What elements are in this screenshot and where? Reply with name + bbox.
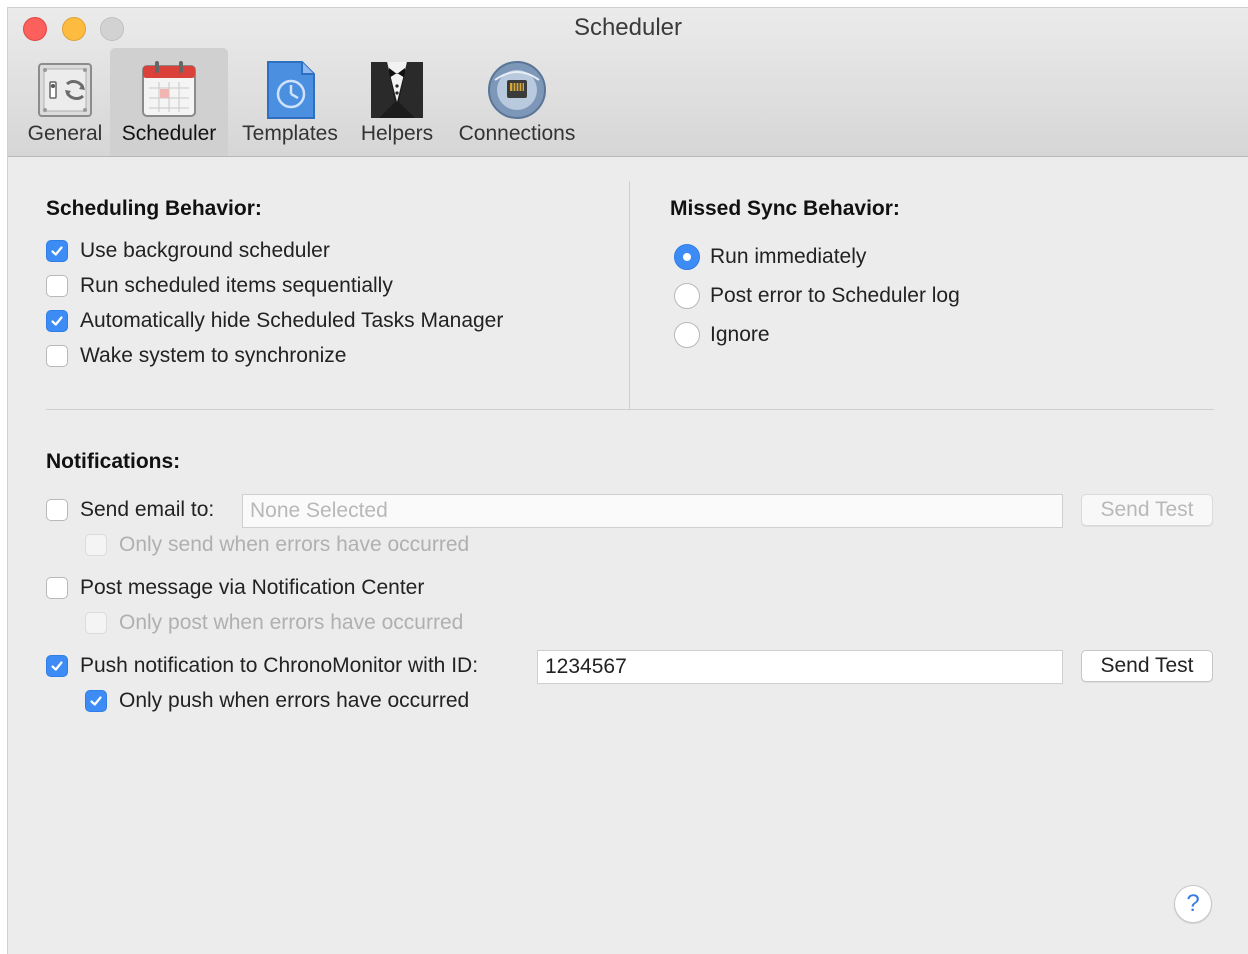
send-email-label: Send email to: <box>80 498 215 521</box>
only-send-errors-checkbox[interactable] <box>85 534 107 556</box>
tab-templates-label: Templates <box>242 122 338 145</box>
push-notification-checkbox[interactable] <box>46 655 68 677</box>
post-error-radio[interactable] <box>674 283 700 309</box>
ignore-option[interactable]: Ignore <box>674 320 770 350</box>
only-push-errors-checkbox[interactable] <box>85 690 107 712</box>
tab-connections-label: Connections <box>458 122 576 145</box>
use-background-scheduler-label: Use background scheduler <box>80 239 330 262</box>
notifications-heading: Notifications: <box>46 450 181 473</box>
post-error-label: Post error to Scheduler log <box>710 284 960 307</box>
checkmark-icon <box>51 661 63 671</box>
tab-scheduler-label: Scheduler <box>121 122 217 145</box>
use-background-scheduler-checkbox[interactable] <box>46 240 68 262</box>
checkmark-icon <box>90 696 102 706</box>
vertical-divider <box>629 181 630 409</box>
post-notification-center-label: Post message via Notification Center <box>80 576 425 599</box>
wake-system-label: Wake system to synchronize <box>80 344 347 367</box>
tab-helpers-label: Helpers <box>360 122 434 145</box>
auto-hide-manager-label: Automatically hide Scheduled Tasks Manag… <box>80 309 504 332</box>
post-error-option[interactable]: Post error to Scheduler log <box>674 281 960 311</box>
post-notification-center-option[interactable]: Post message via Notification Center <box>46 573 424 603</box>
help-button[interactable]: ? <box>1174 885 1212 923</box>
run-sequentially-label: Run scheduled items sequentially <box>80 274 393 297</box>
tab-connections[interactable]: Connections <box>448 48 586 156</box>
toolbar: Scheduler General Scheduler Templates He… <box>8 8 1248 157</box>
only-send-errors-option[interactable]: Only send when errors have occurred <box>85 530 469 560</box>
only-push-errors-option[interactable]: Only push when errors have occurred <box>85 686 469 716</box>
use-background-scheduler-option[interactable]: Use background scheduler <box>46 236 330 266</box>
push-notification-option[interactable]: Push notification to ChronoMonitor with … <box>46 651 478 681</box>
run-immediately-option[interactable]: Run immediately <box>674 242 866 272</box>
wake-system-checkbox[interactable] <box>46 345 68 367</box>
push-send-test-button[interactable]: Send Test <box>1081 650 1213 682</box>
send-email-checkbox[interactable] <box>46 499 68 521</box>
auto-hide-manager-option[interactable]: Automatically hide Scheduled Tasks Manag… <box>46 306 503 336</box>
post-notification-center-checkbox[interactable] <box>46 577 68 599</box>
only-push-errors-label: Only push when errors have occurred <box>119 689 470 712</box>
scheduling-behavior-heading: Scheduling Behavior: <box>46 197 262 220</box>
scheduler-pane: Scheduling Behavior: Use background sche… <box>8 157 1248 954</box>
chronomonitor-id-field[interactable]: 1234567 <box>537 650 1063 684</box>
send-email-option[interactable]: Send email to: <box>46 495 214 525</box>
calendar-icon <box>142 61 196 117</box>
switch-sync-icon <box>38 63 92 117</box>
run-immediately-radio[interactable] <box>674 244 700 270</box>
only-post-errors-label: Only post when errors have occurred <box>119 611 464 634</box>
tab-templates[interactable]: Templates <box>234 48 346 156</box>
only-send-errors-label: Only send when errors have occurred <box>119 533 470 556</box>
auto-hide-manager-checkbox[interactable] <box>46 310 68 332</box>
ignore-label: Ignore <box>710 323 770 346</box>
email-send-test-button[interactable]: Send Test <box>1081 494 1213 526</box>
missed-sync-heading: Missed Sync Behavior: <box>670 197 900 220</box>
network-globe-icon <box>488 61 546 119</box>
template-clock-icon <box>267 61 315 119</box>
tab-general-label: General <box>27 122 103 145</box>
run-sequentially-option[interactable]: Run scheduled items sequentially <box>46 271 393 301</box>
ignore-radio[interactable] <box>674 322 700 348</box>
window-title: Scheduler <box>573 14 683 41</box>
wake-system-option[interactable]: Wake system to synchronize <box>46 341 346 371</box>
tab-scheduler[interactable]: Scheduler <box>110 48 228 156</box>
tab-helpers[interactable]: Helpers <box>352 48 442 156</box>
checkmark-icon <box>51 246 63 256</box>
email-recipient-field[interactable]: None Selected <box>242 494 1063 528</box>
tab-general[interactable]: General <box>16 48 114 156</box>
tuxedo-icon <box>371 62 423 118</box>
preferences-window: Scheduler General Scheduler Templates He… <box>8 8 1248 954</box>
only-post-errors-checkbox[interactable] <box>85 612 107 634</box>
run-sequentially-checkbox[interactable] <box>46 275 68 297</box>
only-post-errors-option[interactable]: Only post when errors have occurred <box>85 608 463 638</box>
checkmark-icon <box>51 316 63 326</box>
push-notification-label: Push notification to ChronoMonitor with … <box>80 654 479 677</box>
run-immediately-label: Run immediately <box>710 245 867 268</box>
horizontal-divider <box>46 409 1214 410</box>
